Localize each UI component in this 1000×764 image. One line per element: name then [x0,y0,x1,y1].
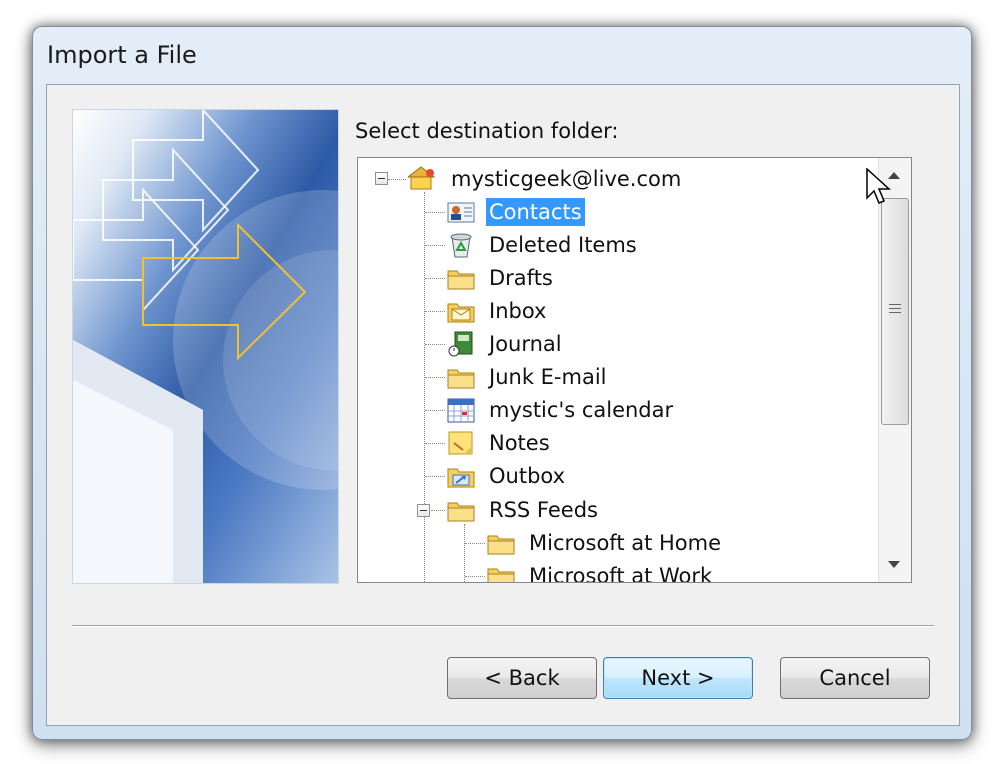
tree-root-mailbox[interactable]: mysticgeek@live.com [406,164,684,194]
tree-line [425,311,445,312]
grip-line [889,304,901,305]
grip-line [889,308,901,309]
tree-line [431,510,445,511]
back-button[interactable]: < Back [447,657,597,699]
tree-line [425,278,445,279]
calendar-icon [446,396,476,424]
mouse-pointer-icon [866,168,891,204]
tree-item-label: Microsoft at Home [529,531,722,555]
dialog-body: Select destination folder: mysticgeek@li… [46,84,960,726]
outbox-icon [446,462,476,490]
tree-item-drafts[interactable]: Drafts [446,263,556,293]
tree-line [425,410,445,411]
collapse-root-toggle[interactable] [375,172,388,185]
folder-tree[interactable]: mysticgeek@live.com Contacts Deleted Ite… [357,157,912,583]
folder-icon [446,363,476,391]
tree-item-contacts[interactable]: Contacts [446,197,585,227]
tree-item-label: Microsoft at Work [529,564,713,583]
tree-line [425,212,445,213]
wizard-banner-image [72,109,339,584]
tree-scrollbar[interactable] [878,158,911,582]
scroll-down-arrow-icon[interactable] [888,561,900,568]
tree-line [425,245,445,246]
collapse-rss-toggle[interactable] [417,504,430,517]
grip-line [889,312,901,313]
dialog-title: Import a File [47,41,197,69]
tree-item-label: Outbox [489,464,566,488]
tree-item-label: Notes [489,431,550,455]
folder-icon [486,562,516,582]
tree-line [425,377,445,378]
tree-item-rss-feeds[interactable]: RSS Feeds [446,495,601,525]
tree-item-notes[interactable]: Notes [446,428,553,458]
folder-icon [446,496,476,524]
import-file-dialog: Import a File Select destination folder: [32,26,972,740]
tree-item-inbox[interactable]: Inbox [446,296,549,326]
tree-line [465,576,485,577]
tree-item-label: Inbox [489,299,547,323]
tree-line [464,524,465,582]
tree-item-label: RSS Feeds [489,498,598,522]
contacts-icon [446,198,476,226]
tree-item-microsoft-at-home[interactable]: Microsoft at Home [486,528,724,558]
tree-item-label: Deleted Items [489,233,637,257]
tree-line [425,443,445,444]
tree-item-label: Junk E-mail [489,365,607,389]
tree-item-deleted-items[interactable]: Deleted Items [446,230,640,260]
tree-item-journal[interactable]: Journal [446,329,565,359]
cancel-button[interactable]: Cancel [780,657,930,699]
tree-line [425,344,445,345]
tree-item-microsoft-at-work[interactable]: Microsoft at Work [486,561,715,583]
tree-item-label: Drafts [489,266,553,290]
deleted-items-icon [446,231,476,259]
folder-icon [446,264,476,292]
scrollbar-thumb[interactable] [881,198,909,425]
notes-icon [446,429,476,457]
mailbox-icon [406,165,438,193]
tree-root-label: mysticgeek@live.com [451,167,682,191]
inbox-icon [446,297,476,325]
tree-item-junk-email[interactable]: Junk E-mail [446,362,610,392]
tree-item-label: Contacts [486,198,585,226]
tree-line [424,192,425,582]
select-destination-label: Select destination folder: [355,119,619,143]
folder-icon [486,529,516,557]
footer-divider [72,625,934,627]
tree-item-label: mystic's calendar [489,398,674,422]
journal-icon [446,330,476,358]
tree-line [388,179,406,180]
tree-line [425,476,445,477]
next-button[interactable]: Next > [603,657,753,699]
tree-item-calendar[interactable]: mystic's calendar [446,395,676,425]
tree-line [465,543,485,544]
tree-item-outbox[interactable]: Outbox [446,461,568,491]
tree-item-label: Journal [489,332,562,356]
